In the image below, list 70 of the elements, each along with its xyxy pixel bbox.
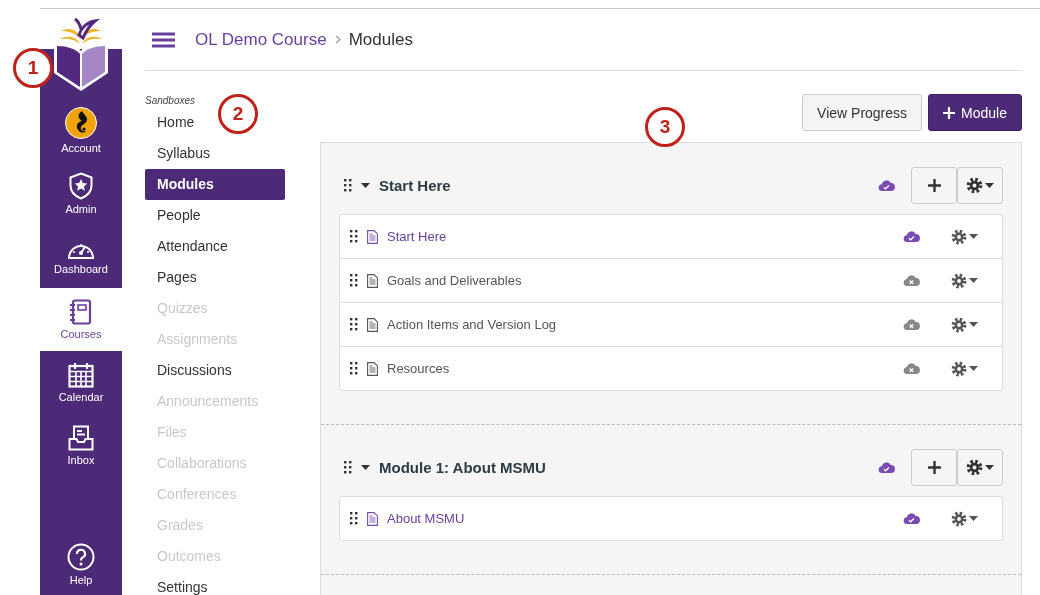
drag-handle-icon [350, 512, 358, 525]
settings-menu[interactable] [951, 510, 978, 527]
drag-handle-icon [344, 460, 352, 474]
drag-handle-icon [350, 362, 358, 375]
caret-icon [969, 234, 978, 239]
document-icon [367, 229, 378, 244]
course-nav-item[interactable]: Pages [145, 262, 209, 293]
gear-icon [966, 176, 983, 194]
shield-star-icon [68, 172, 94, 200]
callout-number: 3 [645, 107, 685, 147]
breadcrumb-current: Modules [348, 29, 413, 50]
nav-item[interactable]: Courses [40, 288, 122, 351]
module-title: Start Here [379, 176, 452, 194]
settings-menu[interactable] [951, 360, 978, 377]
document-icon [367, 317, 378, 332]
module-title: Module 1: About MSMU [379, 458, 547, 476]
course-nav-heading: Sandboxes [145, 95, 197, 107]
drag-handle-icon [350, 274, 358, 287]
course-nav-item[interactable]: Modules [145, 169, 285, 200]
help-icon [67, 543, 95, 571]
avatar-icon [65, 107, 97, 139]
document-icon [367, 273, 378, 288]
settings-menu[interactable] [951, 228, 978, 245]
gear-icon [951, 228, 967, 245]
course-nav-item[interactable]: Home [145, 107, 207, 138]
item-link[interactable]: Start Here [387, 229, 894, 244]
item-link[interactable]: Action Items and Version Log [387, 317, 894, 332]
inbox-tray-icon [68, 425, 94, 451]
gear-icon [966, 458, 983, 476]
callout-number: 2 [218, 94, 258, 134]
caret-icon [969, 278, 978, 283]
gear-icon [951, 316, 967, 333]
caret-icon [969, 516, 978, 521]
item-link[interactable]: About MSMU [387, 511, 894, 526]
menu-icon [152, 31, 175, 48]
item-link[interactable]: Resources [387, 361, 894, 376]
settings-menu[interactable] [951, 316, 978, 333]
plus-icon [927, 178, 941, 192]
drag-handle-icon [350, 230, 358, 243]
calendar-icon [68, 362, 94, 388]
settings-button[interactable] [957, 448, 1003, 486]
chevron-right-icon [334, 35, 341, 44]
add-item-button[interactable] [911, 166, 957, 204]
gear-icon [951, 360, 967, 377]
caret-icon [985, 182, 994, 188]
settings-button[interactable] [957, 166, 1003, 204]
settings-menu[interactable] [951, 272, 978, 289]
plus-icon [927, 460, 941, 474]
notebook-icon [69, 299, 93, 325]
caret-icon [969, 322, 978, 327]
document-icon [367, 511, 378, 526]
caret-icon [985, 464, 994, 470]
gear-icon [951, 272, 967, 289]
add-module-button[interactable]: Module [928, 94, 1022, 131]
callout-number: 1 [13, 48, 53, 88]
view-progress-button[interactable]: View Progress [802, 94, 923, 131]
drag-handle-icon [344, 178, 352, 192]
drag-handle-icon [350, 318, 358, 331]
caret-icon [969, 366, 978, 371]
course-nav-item[interactable]: Syllabus [145, 138, 222, 169]
document-icon [367, 361, 378, 376]
course-nav-item[interactable]: Discussions [145, 355, 244, 386]
breadcrumb-link[interactable]: OL Demo Course [195, 29, 327, 50]
course-nav-item[interactable]: Settings [145, 572, 220, 595]
course-nav-item[interactable]: Attendance [145, 231, 240, 262]
add-item-button[interactable] [911, 448, 957, 486]
plus-icon [943, 106, 956, 119]
item-link[interactable]: Goals and Deliverables [387, 273, 894, 288]
gear-icon [951, 510, 967, 527]
course-nav-item[interactable]: People [145, 200, 213, 231]
